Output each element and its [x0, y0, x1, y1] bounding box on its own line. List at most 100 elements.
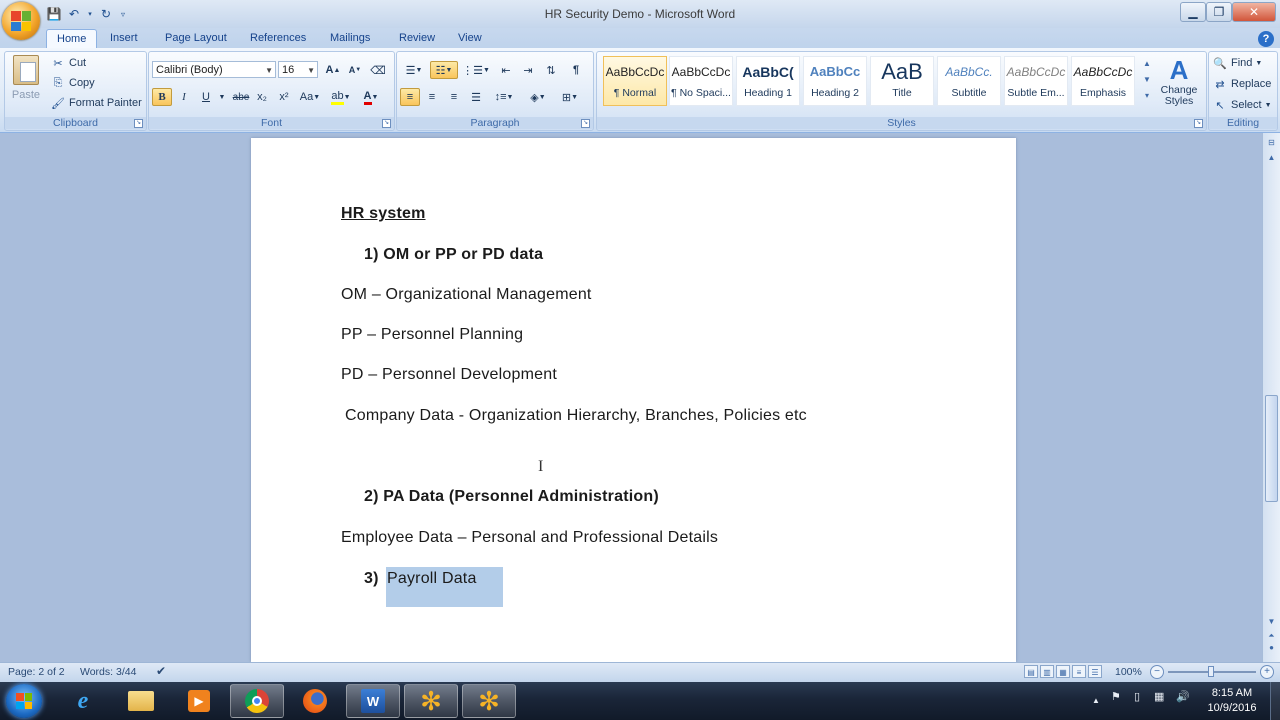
doc-list-item-3-number[interactable]: 3)	[364, 570, 379, 588]
change-case-button[interactable]: Aa ▼	[297, 88, 323, 106]
superscript-button[interactable]: x²	[274, 88, 294, 106]
print-layout-icon[interactable]: ▤	[1024, 665, 1038, 678]
style-heading-2[interactable]: AaBbCc Heading 2	[803, 56, 867, 106]
doc-employee-line[interactable]: Employee Data – Personal and Professiona…	[341, 529, 718, 547]
style-no-spacing[interactable]: AaBbCcDc ¶ No Spaci...	[669, 56, 733, 106]
tab-page-layout[interactable]: Page Layout	[155, 29, 237, 48]
highlight-button[interactable]: ab ▼	[328, 88, 354, 106]
network-icon[interactable]: ▦	[1154, 690, 1164, 703]
start-button[interactable]	[6, 684, 42, 718]
strikethrough-button[interactable]: abe	[230, 88, 252, 106]
minimize-button[interactable]: ▁	[1180, 2, 1206, 22]
doc-om-line[interactable]: OM – Organizational Management	[341, 286, 592, 304]
line-spacing-button[interactable]: ↕≡ ▼	[490, 88, 518, 106]
doc-list-item-2[interactable]: 2) PA Data (Personnel Administration)	[364, 488, 659, 506]
style-subtitle[interactable]: AaBbCc. Subtitle	[937, 56, 1001, 106]
clock[interactable]: 8:15 AM 10/9/2016	[1196, 686, 1268, 716]
tab-review[interactable]: Review	[389, 29, 445, 48]
style-normal[interactable]: AaBbCcDc ¶ Normal	[603, 56, 667, 106]
volume-icon[interactable]: 🔊	[1176, 690, 1190, 703]
italic-button[interactable]: I	[174, 88, 194, 106]
device-icon[interactable]: ▯	[1134, 690, 1140, 703]
doc-list-item-3-text[interactable]: Payroll Data	[387, 570, 477, 588]
zoom-level[interactable]: 100%	[1115, 666, 1142, 678]
multilevel-list-button[interactable]: ⋮☰ ▼	[462, 61, 490, 79]
align-left-button[interactable]: ≡	[400, 88, 420, 106]
styles-scroll[interactable]: ▲ ▼ ▾	[1140, 56, 1154, 106]
scroll-down-icon[interactable]: ▼	[1265, 616, 1278, 628]
select-button[interactable]: ↖ Select ▼	[1212, 97, 1271, 113]
proofing-icon[interactable]: ✔	[156, 664, 166, 678]
doc-pd-line[interactable]: PD – Personnel Development	[341, 366, 557, 384]
shading-button[interactable]: ◈ ▼	[524, 88, 552, 106]
word-count[interactable]: Words: 3/44	[80, 666, 136, 678]
chevron-down-icon[interactable]: ▼	[1140, 72, 1154, 88]
paste-button[interactable]: Paste	[9, 55, 43, 109]
web-layout-icon[interactable]: ▦	[1056, 665, 1070, 678]
doc-company-line[interactable]: Company Data - Organization Hierarchy, B…	[345, 407, 807, 425]
copy-button[interactable]: ⎘ Copy	[50, 75, 95, 91]
taskbar-media-player[interactable]: ▶	[172, 684, 226, 718]
increase-indent-button[interactable]: ⇥	[518, 61, 538, 79]
tab-view[interactable]: View	[448, 29, 492, 48]
format-painter-button[interactable]: 🖌 Format Painter	[50, 95, 142, 111]
bullets-button[interactable]: ☰ ▼	[400, 61, 428, 79]
styles-launcher-icon[interactable]: ↘	[1194, 119, 1203, 128]
outline-icon[interactable]: ≡	[1072, 665, 1086, 678]
help-icon[interactable]: ?	[1258, 31, 1274, 47]
more-icon[interactable]: ▾	[1140, 88, 1154, 104]
show-hidden-icons[interactable]: ▲	[1092, 696, 1100, 705]
show-hide-button[interactable]: ¶	[566, 61, 586, 79]
decrease-indent-button[interactable]: ⇤	[496, 61, 516, 79]
borders-button[interactable]: ⊞ ▼	[556, 88, 584, 106]
doc-heading[interactable]: HR system	[341, 205, 426, 223]
action-center-icon[interactable]: ⚑	[1111, 690, 1121, 703]
taskbar-app-1[interactable]: ✻	[404, 684, 458, 718]
taskbar-explorer[interactable]	[114, 684, 168, 718]
restore-button[interactable]: ❐	[1206, 2, 1232, 22]
justify-button[interactable]: ☰	[466, 88, 486, 106]
sort-button[interactable]: ⇅	[541, 61, 561, 79]
change-styles-button[interactable]: A Change Styles	[1156, 55, 1202, 113]
tab-home[interactable]: Home	[46, 29, 98, 49]
office-button[interactable]	[2, 2, 40, 40]
paragraph-launcher-icon[interactable]: ↘	[581, 119, 590, 128]
align-right-button[interactable]: ≡	[444, 88, 464, 106]
zoom-out-icon[interactable]: −	[1150, 665, 1164, 679]
taskbar-chrome[interactable]	[230, 684, 284, 718]
taskbar-word[interactable]: W	[346, 684, 400, 718]
full-screen-reading-icon[interactable]: ▥	[1040, 665, 1054, 678]
style-subtle-emphasis[interactable]: AaBbCcDc Subtle Em...	[1004, 56, 1068, 106]
font-launcher-icon[interactable]: ↘	[382, 119, 391, 128]
close-button[interactable]: ✕	[1232, 2, 1276, 22]
clipboard-launcher-icon[interactable]: ↘	[134, 119, 143, 128]
cut-button[interactable]: ✂ Cut	[50, 55, 86, 71]
align-center-button[interactable]: ≡	[422, 88, 442, 106]
taskbar-firefox[interactable]	[288, 684, 342, 718]
clear-formatting-button[interactable]: ⌫	[368, 61, 388, 79]
style-emphasis[interactable]: AaBbCcDc Emphasis	[1071, 56, 1135, 106]
style-title[interactable]: AaB Title	[870, 56, 934, 106]
font-color-button[interactable]: A ▼	[358, 88, 384, 106]
style-heading-1[interactable]: AaBbC( Heading 1	[736, 56, 800, 106]
select-browse-object-icon[interactable]: ●	[1265, 642, 1278, 654]
zoom-slider-thumb[interactable]	[1208, 666, 1214, 677]
taskbar-internet-explorer[interactable]: e	[56, 684, 110, 718]
doc-list-item-1[interactable]: 1) OM or PP or PD data	[364, 246, 543, 264]
ruler-toggle-icon[interactable]: ⊟	[1265, 137, 1278, 149]
scroll-up-icon[interactable]: ▲	[1265, 152, 1278, 164]
underline-button[interactable]: U	[196, 88, 216, 106]
grow-font-button[interactable]: A ▲	[323, 61, 343, 79]
bold-button[interactable]: B	[152, 88, 172, 106]
chevron-up-icon[interactable]: ▲	[1140, 56, 1154, 72]
draft-icon[interactable]: ☰	[1088, 665, 1102, 678]
previous-page-icon[interactable]: ⏶	[1265, 630, 1278, 642]
underline-dropdown[interactable]: ▼	[216, 88, 228, 106]
replace-button[interactable]: ⇄ Replace	[1212, 76, 1271, 92]
scrollbar-thumb[interactable]	[1265, 395, 1278, 502]
show-desktop-button[interactable]	[1270, 682, 1280, 720]
numbering-button[interactable]: ☷ ▼	[430, 61, 458, 79]
find-button[interactable]: 🔍 Find ▼	[1212, 55, 1262, 71]
subscript-button[interactable]: x₂	[252, 88, 272, 106]
doc-pp-line[interactable]: PP – Personnel Planning	[341, 326, 523, 344]
